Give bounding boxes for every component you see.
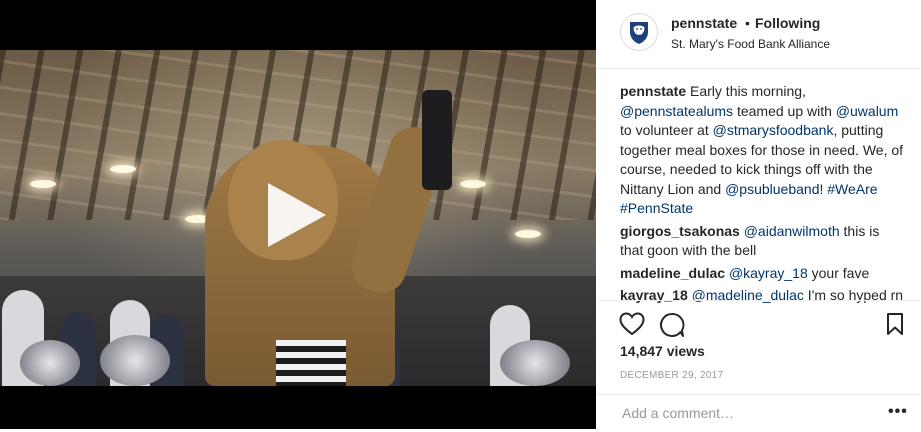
caption-text-segment: to volunteer at [620, 122, 713, 138]
penn-state-lion-shield-icon [630, 22, 648, 44]
ceiling-light [30, 180, 56, 188]
caption-link[interactable]: #PennState [620, 200, 693, 216]
caption-link[interactable]: #WeAre [827, 181, 877, 197]
play-icon[interactable] [268, 183, 326, 247]
add-comment-bar: ••• [596, 394, 921, 432]
ceiling-light [515, 230, 541, 238]
list-item: madeline_dulac @kayray_18 your fave [620, 264, 906, 284]
heart-icon[interactable] [619, 312, 645, 341]
caption-text-segment: teamed up with [733, 102, 836, 119]
following-button[interactable]: Following [755, 15, 820, 31]
caption-text-segment: Early this morning, [690, 83, 806, 99]
comment-username[interactable]: madeline_dulac [620, 265, 725, 281]
post-panel: pennstate • Following St. Mary's Food Ba… [596, 0, 921, 429]
caption: pennstate Early this morning, @pennstate… [620, 82, 906, 219]
caption-link[interactable]: @stmarysfoodbank [713, 122, 834, 138]
comment-mention[interactable]: @aidanwilmoth [744, 223, 840, 239]
list-item: giorgos_tsakonas @aidanwilmoth this is t… [620, 222, 906, 261]
post-username[interactable]: pennstate [671, 15, 737, 31]
bookmark-icon[interactable] [886, 312, 904, 341]
comment-text: your fave [807, 264, 870, 281]
avatar[interactable] [620, 13, 658, 51]
location-link[interactable]: St. Mary's Food Bank Alliance [671, 37, 830, 51]
comment-input[interactable] [620, 404, 874, 422]
comment-icon[interactable] [659, 312, 685, 343]
video-player[interactable] [0, 0, 596, 429]
striped-shirt [276, 340, 346, 386]
caption-link[interactable]: @pennstatealums [620, 103, 733, 119]
separator-dot: • [745, 15, 750, 31]
hand-bell [422, 90, 452, 190]
post-header: pennstate • Following St. Mary's Food Ba… [596, 0, 921, 69]
caption-text: Early this morning, @pennstatealums team… [620, 83, 903, 216]
ceiling-light [110, 165, 136, 173]
comment-mention[interactable]: @kayray_18 [729, 265, 808, 281]
pom-pom [500, 340, 570, 386]
pom-pom [100, 335, 170, 386]
caption-link[interactable]: @uwalum [836, 103, 898, 119]
caption-username[interactable]: pennstate [620, 83, 686, 99]
view-count[interactable]: 14,847 views [620, 343, 705, 359]
pom-pom [20, 340, 80, 386]
more-options-icon[interactable]: ••• [888, 403, 908, 421]
caption-link[interactable]: @psublueband [725, 181, 819, 197]
ceiling-light [460, 180, 486, 188]
post-date[interactable]: DECEMBER 29, 2017 [620, 370, 723, 381]
post-actions: 14,847 views DECEMBER 29, 2017 ••• [596, 300, 921, 431]
comments-list: pennstate Early this morning, @pennstate… [620, 82, 906, 309]
comment-username[interactable]: giorgos_tsakonas [620, 223, 740, 239]
